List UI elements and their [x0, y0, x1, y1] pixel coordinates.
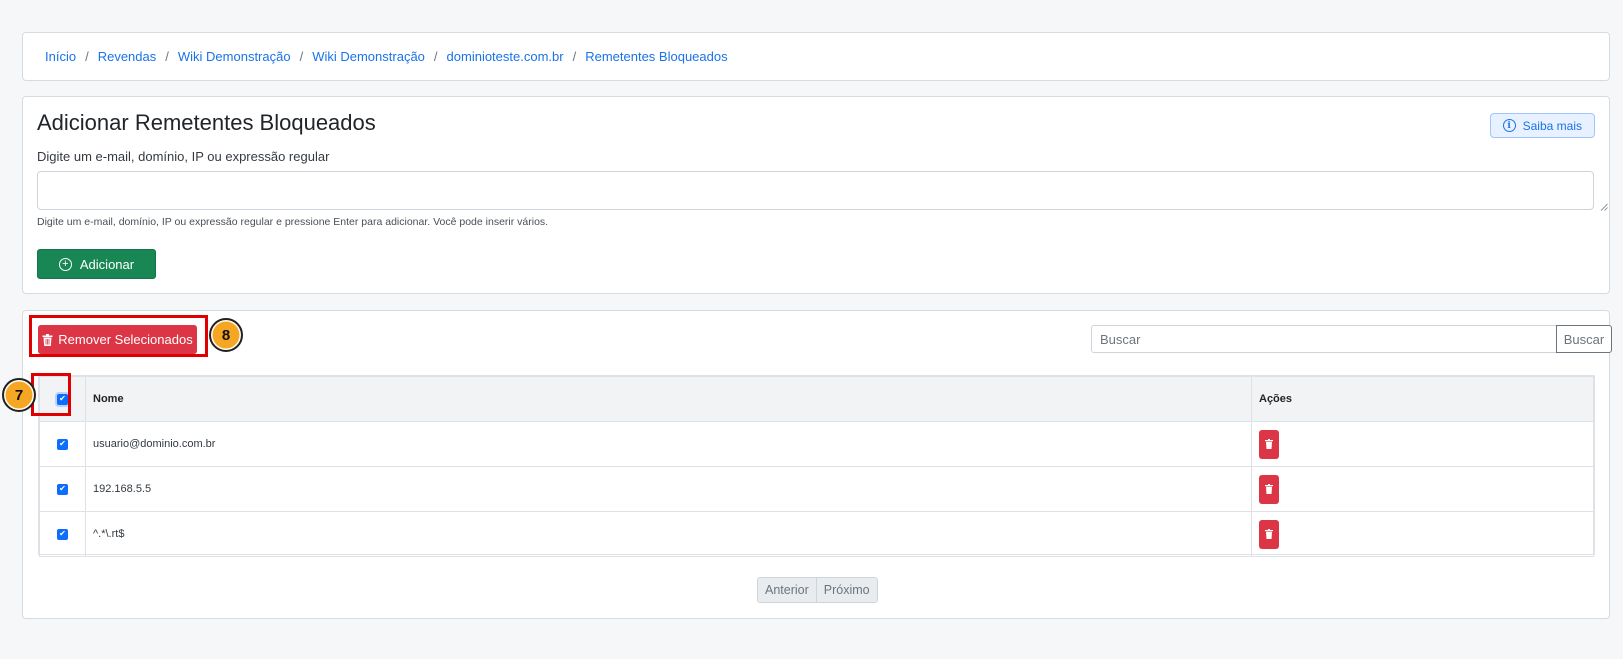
- breadcrumb-separator: /: [165, 49, 169, 64]
- row-name: usuario@dominio.com.br: [85, 421, 1252, 467]
- pagination: Anterior Próximo: [757, 577, 878, 603]
- resize-grip-icon[interactable]: [1600, 203, 1608, 211]
- add-blocked-senders-card: Adicionar Remetentes Bloqueados i Saiba …: [22, 96, 1610, 294]
- breadcrumb-separator: /: [572, 49, 577, 64]
- breadcrumb-wiki-1[interactable]: Wiki Demonstração: [178, 49, 291, 64]
- row-checkbox[interactable]: ✔: [57, 528, 68, 540]
- row-actions: [1251, 421, 1594, 467]
- add-button[interactable]: + Adicionar: [37, 249, 156, 279]
- search-button[interactable]: Buscar: [1556, 325, 1612, 353]
- breadcrumb-revendas[interactable]: Revendas: [98, 49, 157, 64]
- breadcrumb: Início / Revendas / Wiki Demonstração / …: [45, 49, 728, 64]
- step-badge-8: 8: [209, 318, 243, 352]
- table-row: ✔ 192.168.5.5: [39, 466, 1594, 512]
- sender-input[interactable]: [37, 171, 1594, 210]
- row-checkbox[interactable]: ✔: [57, 438, 68, 450]
- next-page-button[interactable]: Próximo: [815, 578, 877, 602]
- row-checkbox[interactable]: ✔: [57, 483, 68, 495]
- previous-page-button[interactable]: Anterior: [758, 578, 816, 602]
- breadcrumb-card: Início / Revendas / Wiki Demonstração / …: [22, 32, 1610, 81]
- row-check-cell: ✔: [39, 421, 86, 467]
- blocked-senders-table: ✔ Nome Ações ✔ usuario@dominio.com.br ✔ …: [38, 375, 1595, 557]
- row-actions: [1251, 511, 1594, 557]
- trash-icon: [1265, 484, 1273, 494]
- breadcrumb-separator: /: [433, 49, 438, 64]
- highlight-remove-selected: [29, 315, 208, 357]
- delete-row-button[interactable]: [1259, 429, 1279, 459]
- column-header-actions: Ações: [1251, 376, 1594, 422]
- search-input[interactable]: [1091, 325, 1557, 353]
- highlight-select-all: [31, 373, 71, 416]
- learn-more-button[interactable]: i Saiba mais: [1489, 113, 1595, 138]
- delete-row-button[interactable]: [1259, 519, 1279, 549]
- trash-icon: [1265, 439, 1273, 449]
- row-name: 192.168.5.5: [85, 466, 1252, 512]
- breadcrumb-separator: /: [299, 49, 304, 64]
- breadcrumb-wiki-2[interactable]: Wiki Demonstração: [312, 49, 425, 64]
- table-row: ✔ usuario@dominio.com.br: [39, 421, 1594, 467]
- delete-row-button[interactable]: [1259, 474, 1279, 504]
- breadcrumb-current[interactable]: Remetentes Bloqueados: [585, 49, 727, 64]
- learn-more-label: Saiba mais: [1522, 118, 1582, 133]
- breadcrumb-separator: /: [85, 49, 89, 64]
- plus-circle-icon: +: [58, 257, 72, 271]
- column-header-name: Nome: [85, 376, 1252, 422]
- add-button-label: Adicionar: [79, 256, 135, 272]
- info-icon: i: [1502, 119, 1516, 132]
- breadcrumb-inicio[interactable]: Início: [45, 49, 76, 64]
- page-title: Adicionar Remetentes Bloqueados: [37, 110, 376, 135]
- blocked-senders-list-card: Remover Selecionados Buscar ✔ Nome Ações…: [22, 310, 1612, 619]
- row-check-cell: ✔: [39, 466, 86, 512]
- sender-field-help: Digite um e-mail, domínio, IP ou express…: [37, 216, 549, 228]
- sender-field-label: Digite um e-mail, domínio, IP ou express…: [37, 149, 330, 164]
- table-header-row: ✔ Nome Ações: [39, 376, 1594, 422]
- row-actions: [1251, 466, 1594, 512]
- table-row: ✔ ^.*\.rt$: [39, 511, 1594, 557]
- breadcrumb-domain[interactable]: dominioteste.com.br: [447, 49, 564, 64]
- trash-icon: [1265, 529, 1273, 539]
- step-badge-7: 7: [2, 378, 36, 412]
- row-check-cell: ✔: [39, 511, 86, 557]
- row-name: ^.*\.rt$: [85, 511, 1252, 557]
